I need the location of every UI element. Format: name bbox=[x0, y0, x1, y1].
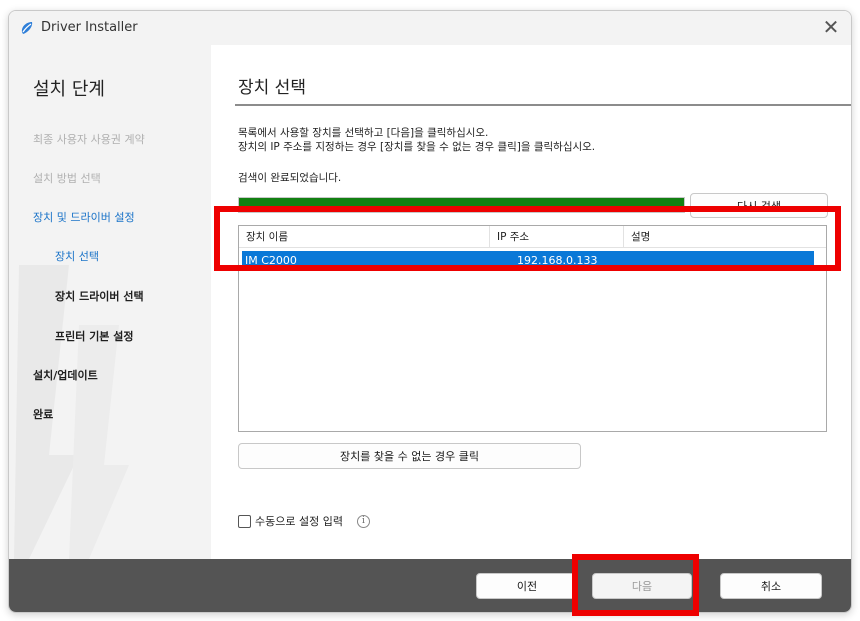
manual-entry-checkbox[interactable] bbox=[238, 514, 251, 528]
search-progress-bar bbox=[238, 197, 685, 213]
manual-entry-label[interactable]: 수동으로 설정 입력 bbox=[255, 513, 343, 529]
instruction-line-1: 목록에서 사용할 장치를 선택하고 [다음]을 클릭하십시오. bbox=[238, 127, 489, 139]
step-install-update: 설치/업데이트 bbox=[33, 369, 98, 382]
step-printer-defaults: 프린터 기본 설정 bbox=[55, 330, 134, 343]
step-finish: 완료 bbox=[33, 408, 54, 421]
instruction-line-2: 장치의 IP 주소를 지정하는 경우 [장치를 찾을 수 없는 경우 클릭]을 … bbox=[238, 141, 596, 153]
back-button[interactable]: 이전 bbox=[476, 573, 578, 599]
step-install-method: 설치 방법 선택 bbox=[33, 172, 101, 185]
step-select-device: 장치 선택 bbox=[55, 250, 99, 263]
step-eula: 최종 사용자 사용권 계약 bbox=[33, 133, 145, 146]
driver-app-icon bbox=[21, 22, 33, 34]
page-title: 장치 선택 bbox=[238, 78, 306, 98]
steps-heading: 설치 단계 bbox=[33, 79, 105, 100]
title-divider bbox=[235, 104, 851, 106]
next-button[interactable]: 다음 bbox=[592, 573, 692, 599]
device-not-found-button[interactable]: 장치를 찾을 수 없는 경우 클릭 bbox=[238, 443, 581, 469]
search-status: 검색이 완료되었습니다. bbox=[238, 172, 342, 184]
main-panel: 장치 선택 목록에서 사용할 장치를 선택하고 [다음]을 클릭하십시오. 장치… bbox=[211, 45, 851, 559]
column-description[interactable]: 설명 bbox=[624, 226, 828, 248]
button-bar: 이전 다음 취소 bbox=[9, 559, 851, 612]
info-icon[interactable]: i bbox=[356, 514, 370, 528]
column-device-name[interactable]: 장치 이름 bbox=[239, 226, 490, 248]
research-button[interactable]: 다시 검색 bbox=[690, 193, 828, 218]
step-select-driver: 장치 드라이버 선택 bbox=[55, 290, 144, 303]
cancel-button[interactable]: 취소 bbox=[720, 573, 822, 599]
steps-sidebar: 설치 단계 최종 사용자 사용권 계약 설치 방법 선택 장치 및 드라이버 설… bbox=[9, 45, 211, 559]
manual-entry-option: 수동으로 설정 입력 i bbox=[238, 513, 370, 529]
installer-window: Driver Installer ✕ 설치 단계 최종 사용자 사용권 계약 설… bbox=[8, 10, 852, 613]
window-title: Driver Installer bbox=[41, 20, 138, 35]
title-bar: Driver Installer ✕ bbox=[9, 11, 851, 45]
device-name-cell: IM C2000 bbox=[245, 254, 297, 267]
device-row[interactable]: IM C2000 192.168.0.133 bbox=[242, 251, 814, 271]
device-list-header: 장치 이름 IP 주소 설명 bbox=[239, 226, 826, 248]
device-list[interactable]: 장치 이름 IP 주소 설명 IM C2000 192.168.0.133 bbox=[238, 225, 827, 432]
step-device-driver-settings: 장치 및 드라이버 설정 bbox=[33, 211, 135, 224]
progress-fill bbox=[239, 198, 684, 212]
device-ip-cell: 192.168.0.133 bbox=[517, 254, 598, 267]
close-icon[interactable]: ✕ bbox=[817, 15, 845, 41]
column-ip-address[interactable]: IP 주소 bbox=[490, 226, 624, 248]
